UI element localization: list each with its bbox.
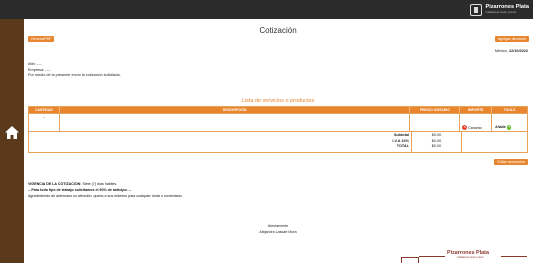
quantity-cell[interactable]: --: [29, 114, 60, 131]
table-row: -- ✕ Cancelar Añadir +: [29, 113, 527, 131]
total-label: TOTAL: [396, 144, 409, 149]
cancel-label: Cancelar: [468, 125, 482, 130]
add-label: Añadir: [495, 125, 506, 130]
col-amount: IMPORTE: [460, 107, 493, 113]
quote-content: Cotización GenerarPDF Agregar dirección …: [27, 19, 529, 263]
page-title: Cotización: [259, 26, 297, 35]
brand-logo[interactable]: Pizarrones Plata Calidad al mejor precio: [470, 2, 529, 17]
signer-name: Alejandra Lassart Mora: [259, 230, 297, 235]
validity-value: Siete (7) días hábiles.: [82, 182, 118, 186]
add-address-button[interactable]: Agregar dirección: [494, 36, 529, 42]
home-icon[interactable]: [5, 126, 19, 139]
quote-date: México, 22/10/2022: [495, 49, 528, 53]
intro-line: Por medio de la presente envío la cotiza…: [28, 73, 121, 78]
generate-pdf-button[interactable]: GenerarPDF: [28, 36, 55, 42]
sidebar: [0, 19, 24, 263]
letter-header: Attn: ---- Empresa: ---- Por medio de la…: [28, 62, 121, 79]
add-button[interactable]: Añadir +: [495, 125, 512, 130]
footer-brand-slogan: Calidad al mejor precio: [457, 256, 484, 259]
date-value: 22/10/2022: [508, 49, 528, 53]
board-icon: [401, 257, 419, 263]
thanks-line: Agradeciendo de antemano su atención, qu…: [28, 194, 183, 199]
col-tools: TOOLS: [503, 108, 516, 112]
cancel-button[interactable]: ✕ Cancelar: [462, 125, 482, 130]
col-description: DESCRIPCIÓN: [60, 107, 411, 113]
signature-block: Atentamente Alejandra Lassart Mora: [27, 223, 529, 236]
validity-label: VIGENCIA DE LA COTIZACION:: [28, 182, 82, 186]
list-title: Lista de servicios o productos: [241, 98, 315, 104]
close-icon: ✕: [462, 125, 468, 130]
edit-accessories-button[interactable]: Editar accesorios: [494, 159, 528, 165]
brand-slogan: Calidad al mejor precio: [485, 10, 517, 15]
amount-cell: ✕ Cancelar: [460, 114, 493, 131]
totals-values: $0.00 $0.00 $0.00: [412, 132, 462, 152]
top-bar: Pizarrones Plata Calidad al mejor precio: [0, 0, 533, 19]
description-cell[interactable]: [60, 114, 411, 131]
col-unit-price: PRECIO UNITARIO: [410, 107, 461, 113]
totals-section: Subtotal I.V.A 16% TOTAL $0.00 $0.00 $0.…: [29, 131, 527, 152]
terms-section: VIGENCIA DE LA COTIZACION: Siete (7) día…: [28, 181, 183, 200]
footer-brand-logo: Pizarrones Plata Calidad al mejor precio: [389, 250, 529, 263]
total-value: $0.00: [431, 144, 442, 149]
totals-labels: Subtotal I.V.A 16% TOTAL: [29, 132, 412, 152]
tools-cell: Añadir +: [492, 114, 527, 131]
products-table: CANTIDAD DESCRIPCIÓN PRECIO UNITARIO IMP…: [28, 106, 528, 153]
table-header: CANTIDAD DESCRIPCIÓN PRECIO UNITARIO IMP…: [29, 107, 527, 113]
plus-icon: +: [506, 125, 512, 130]
date-prefix: México,: [494, 49, 508, 53]
brand-mark-icon: [470, 3, 483, 16]
col-quantity: CANTIDAD: [29, 107, 60, 113]
unit-price-cell[interactable]: [410, 114, 461, 131]
